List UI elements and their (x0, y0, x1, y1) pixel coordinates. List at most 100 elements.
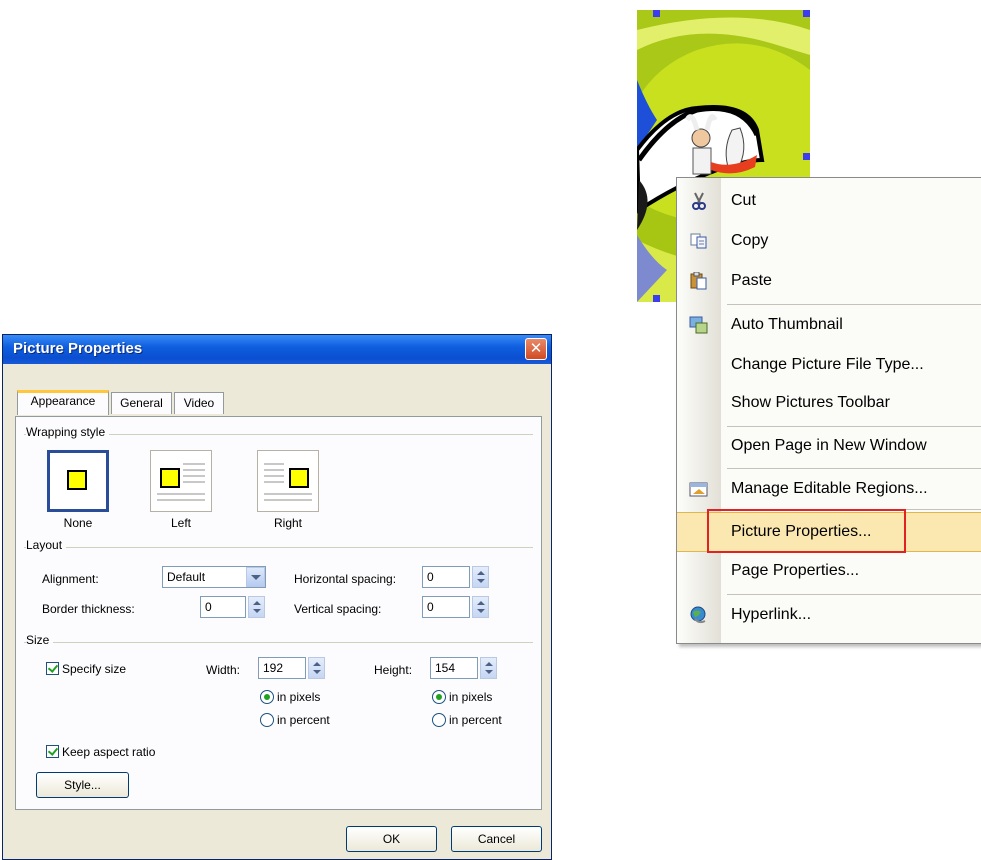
keep-aspect-ratio-checkbox[interactable] (46, 745, 59, 758)
text-line (264, 463, 284, 465)
menu-item-page-properties[interactable]: Page Properties... (677, 552, 981, 590)
height-in-pixels-radio[interactable] (432, 690, 446, 704)
layout-label: Layout (26, 538, 67, 552)
highlight-annotation-box (707, 509, 906, 553)
wrap-right-option[interactable] (257, 450, 319, 512)
cancel-button[interactable]: Cancel (451, 826, 542, 852)
group-divider (24, 642, 533, 643)
context-menu: Cut Copy Paste Auto Thumbnail Change Pic… (676, 177, 981, 644)
tab-appearance[interactable]: Appearance (17, 390, 109, 415)
paste-icon (690, 272, 707, 290)
dialog-titlebar[interactable]: Picture Properties ✕ (3, 335, 551, 364)
wrap-left-option[interactable] (150, 450, 212, 512)
tab-video[interactable]: Video (174, 392, 224, 414)
menu-item-label: Manage Editable Regions... (731, 480, 928, 497)
menu-item-open-page-new-window[interactable]: Open Page in New Window (677, 427, 981, 465)
text-line (183, 463, 205, 465)
text-line (264, 475, 284, 477)
width-in-percent-label: in percent (277, 713, 330, 727)
text-line (157, 499, 205, 501)
copy-icon (690, 233, 707, 249)
menu-item-copy[interactable]: Copy (677, 222, 981, 260)
vertical-spacing-input[interactable]: 0 (422, 596, 470, 618)
menu-item-manage-editable-regions[interactable]: Manage Editable Regions... (677, 470, 981, 508)
text-line (264, 493, 312, 495)
menu-item-label: Show Pictures Toolbar (731, 394, 890, 411)
menu-item-label: Copy (731, 232, 769, 249)
picture-properties-dialog: Picture Properties ✕ Appearance General … (2, 334, 552, 860)
appearance-panel: Wrapping style None Left Right Layout Al… (15, 416, 542, 810)
vertical-spacing-spinner[interactable] (472, 596, 489, 618)
hyperlink-icon (690, 606, 706, 624)
horizontal-spacing-label: Horizontal spacing: (294, 572, 397, 586)
height-in-percent-radio[interactable] (432, 713, 446, 727)
width-spinner[interactable] (308, 657, 325, 679)
resize-handle-r[interactable] (803, 153, 810, 160)
text-line (264, 481, 284, 483)
text-line (183, 475, 205, 477)
scissors-icon (692, 192, 706, 210)
menu-item-label: Page Properties... (731, 562, 860, 579)
tab-general[interactable]: General (111, 392, 172, 414)
menu-item-paste[interactable]: Paste (677, 262, 981, 300)
wrap-none-caption: None (63, 516, 93, 530)
specify-size-checkbox[interactable] (46, 662, 59, 675)
menu-item-label: Open Page in New Window (731, 437, 927, 454)
horizontal-spacing-input[interactable]: 0 (422, 566, 470, 588)
style-button[interactable]: Style... (36, 772, 129, 798)
size-label: Size (26, 633, 54, 647)
menu-separator (727, 304, 981, 305)
horizontal-spacing-spinner[interactable] (472, 566, 489, 588)
resize-handle-bl[interactable] (653, 295, 660, 302)
menu-item-hyperlink[interactable]: Hyperlink... (677, 596, 981, 634)
specify-size-label: Specify size (62, 662, 127, 676)
vertical-spacing-label: Vertical spacing: (294, 602, 382, 616)
wrap-none-option[interactable] (47, 450, 109, 512)
border-thickness-spinner[interactable] (248, 596, 265, 618)
width-in-pixels-radio[interactable] (260, 690, 274, 704)
resize-handle-tl[interactable] (653, 10, 660, 17)
text-line (183, 469, 205, 471)
wrap-right-caption: Right (273, 516, 302, 530)
resize-handle-tr[interactable] (803, 10, 810, 17)
text-line (157, 493, 205, 495)
text-line (183, 481, 205, 483)
group-divider (24, 547, 533, 548)
thumbnail-icon (689, 316, 708, 334)
regions-icon (689, 482, 708, 497)
menu-item-show-pictures-toolbar[interactable]: Show Pictures Toolbar (677, 384, 981, 422)
alignment-label: Alignment: (42, 572, 99, 586)
menu-item-change-file-type[interactable]: Change Picture File Type... (677, 346, 981, 384)
dialog-title: Picture Properties (13, 340, 143, 357)
keep-aspect-ratio-label: Keep aspect ratio (62, 745, 156, 759)
width-label: Width: (206, 663, 241, 677)
menu-item-label: Paste (731, 272, 772, 289)
wrap-left-caption: Left (170, 516, 191, 530)
wrapping-style-label: Wrapping style (26, 425, 110, 439)
height-input[interactable]: 154 (430, 657, 478, 679)
wrap-right-image (289, 468, 309, 488)
dropdown-arrow-icon[interactable] (246, 567, 265, 587)
menu-item-auto-thumbnail[interactable]: Auto Thumbnail (677, 306, 981, 344)
menu-item-picture-properties[interactable]: Picture Properties... (677, 509, 981, 553)
height-in-percent-label: in percent (449, 713, 502, 727)
menu-item-label: Cut (731, 192, 756, 209)
menu-separator (727, 468, 981, 469)
menu-item-cut[interactable]: Cut (677, 182, 981, 220)
height-in-pixels-label: in pixels (449, 690, 493, 704)
menu-item-label: Change Picture File Type... (731, 356, 924, 373)
alignment-select[interactable]: Default (162, 566, 266, 588)
menu-separator (727, 594, 981, 595)
border-thickness-input[interactable]: 0 (200, 596, 246, 618)
width-input[interactable]: 192 (258, 657, 306, 679)
height-label: Height: (374, 663, 413, 677)
width-in-percent-radio[interactable] (260, 713, 274, 727)
menu-item-label: Hyperlink... (731, 606, 812, 623)
close-button[interactable]: ✕ (525, 338, 547, 360)
text-line (264, 499, 312, 501)
wrap-left-image (160, 468, 180, 488)
ok-button[interactable]: OK (346, 826, 437, 852)
width-in-pixels-label: in pixels (277, 690, 321, 704)
close-icon: ✕ (529, 340, 543, 357)
height-spinner[interactable] (480, 657, 497, 679)
